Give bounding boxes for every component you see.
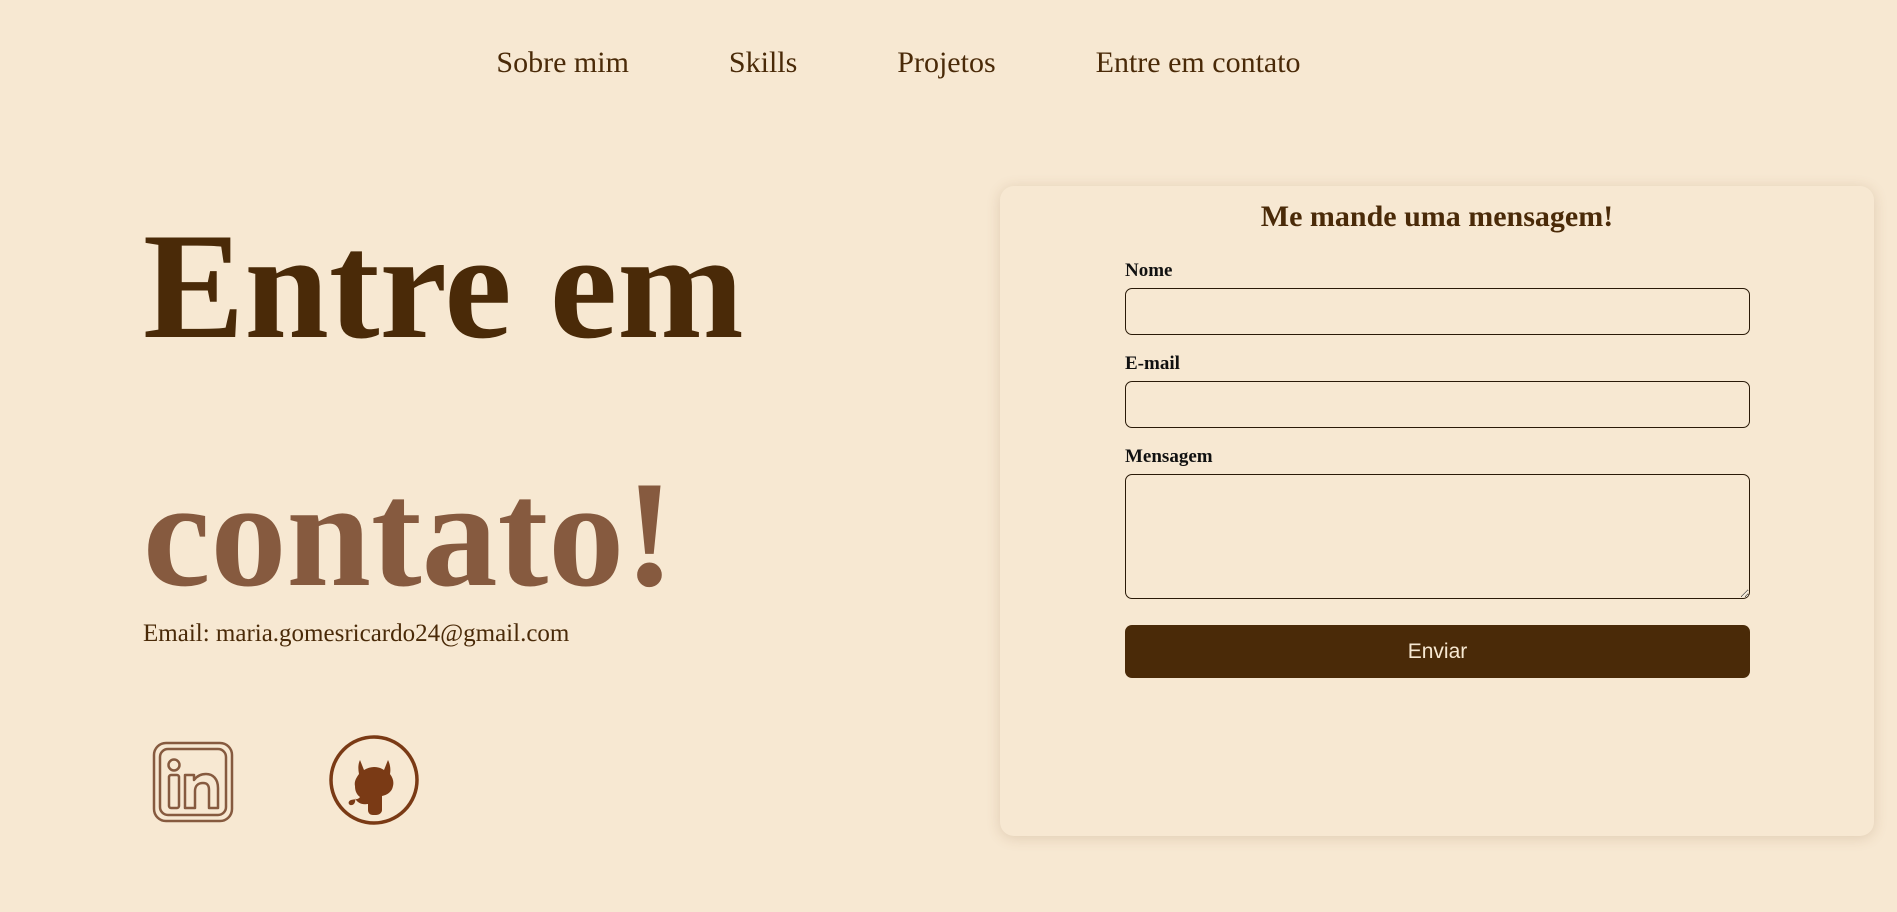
message-label: Mensagem: [1125, 446, 1213, 467]
github-link[interactable]: [328, 734, 420, 826]
social-links: [152, 735, 420, 826]
hero-title-line1: Entre em: [143, 202, 744, 370]
nav-item-skills[interactable]: Skills: [729, 46, 797, 80]
form-title: Me mande uma mensagem!: [1260, 200, 1614, 233]
contact-form-card: Me mande uma mensagem! Nome E-mail Mensa…: [1000, 186, 1874, 836]
name-label: Nome: [1125, 260, 1173, 281]
email-field[interactable]: [1125, 381, 1750, 428]
send-button[interactable]: Enviar: [1125, 625, 1750, 678]
nav-item-projetos[interactable]: Projetos: [897, 46, 995, 80]
contact-email: Email: maria.gomesricardo24@gmail.com: [143, 620, 570, 647]
linkedin-link[interactable]: [152, 741, 234, 823]
contact-form: Nome E-mail Mensagem Enviar: [1125, 260, 1750, 678]
nav-item-entre-em-contato[interactable]: Entre em contato: [1096, 46, 1301, 80]
message-field[interactable]: [1125, 474, 1750, 599]
nav-links: Sobre mim Skills Projetos Entre em conta…: [446, 46, 1350, 80]
linkedin-icon: [152, 741, 234, 823]
hero-title-line2: contato!: [143, 450, 675, 618]
name-field[interactable]: [1125, 288, 1750, 335]
github-icon: [329, 735, 419, 825]
email-label: E-mail: [1125, 353, 1180, 374]
nav-item-sobre-mim[interactable]: Sobre mim: [496, 46, 629, 80]
top-nav: Sobre mim Skills Projetos Entre em conta…: [0, 46, 1897, 80]
